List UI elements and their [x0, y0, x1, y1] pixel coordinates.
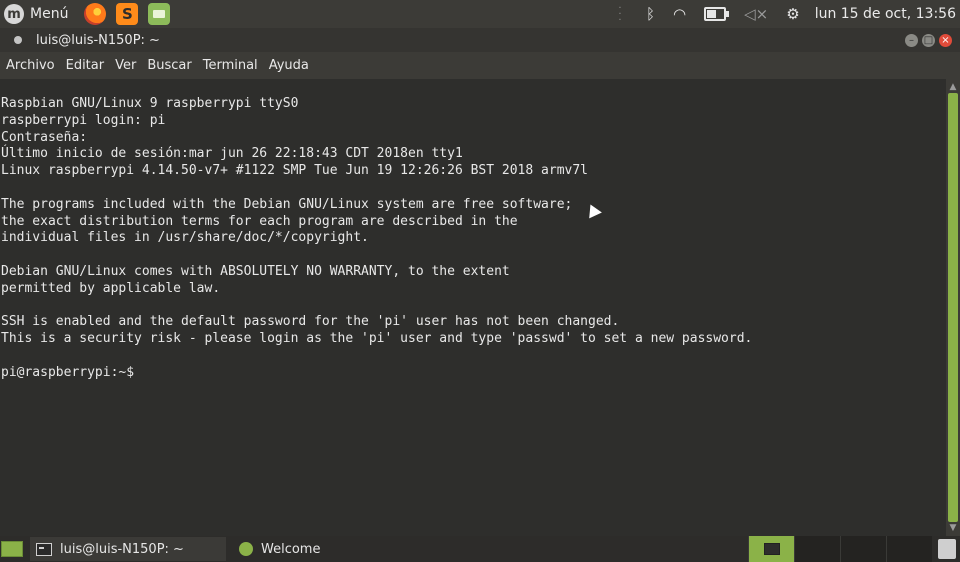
window-title: luis@luis-N150P: ~ — [36, 32, 160, 48]
minimize-icon[interactable]: – — [905, 33, 918, 47]
scroll-up-icon[interactable]: ▲ — [948, 82, 958, 92]
scrollbar-thumb[interactable] — [948, 93, 958, 522]
workspace-4[interactable] — [886, 536, 932, 562]
taskbar-item-label: Welcome — [261, 541, 321, 557]
workspace-2[interactable] — [794, 536, 840, 562]
menubar: Archivo Editar Ver Buscar Terminal Ayuda — [0, 52, 960, 79]
files-icon[interactable] — [148, 3, 171, 25]
terminal-scrollbar[interactable]: ▲ ▼ — [946, 79, 960, 536]
bluetooth-icon[interactable]: ᛒ — [646, 5, 655, 23]
volume-muted-icon[interactable]: ◁× — [744, 5, 768, 23]
system-tray: · · · ᛒ ◠ ◁× ⚙ lun 15 de oct, 13:56 — [617, 0, 960, 28]
mint-logo-icon: m — [4, 4, 24, 24]
scroll-down-icon[interactable]: ▼ — [948, 523, 958, 533]
menu-archivo[interactable]: Archivo — [1, 58, 60, 73]
menu-button[interactable]: m Menú — [0, 0, 74, 28]
tray-separator-icon: · · · — [618, 3, 622, 26]
clock[interactable]: lun 15 de oct, 13:56 — [815, 6, 956, 22]
terminal-area[interactable]: Raspbian GNU/Linux 9 raspberrypi ttyS0 r… — [0, 79, 946, 536]
workspace-1[interactable] — [748, 536, 794, 562]
menu-ver[interactable]: Ver — [110, 58, 141, 73]
menu-ayuda[interactable]: Ayuda — [264, 58, 314, 73]
trash-icon[interactable] — [938, 539, 956, 559]
close-icon[interactable]: × — [939, 33, 952, 47]
workspace-3[interactable] — [840, 536, 886, 562]
top-panel: m Menú S · · · ᛒ ◠ ◁× ⚙ lun 15 de oct, 13:… — [0, 0, 960, 28]
taskbar-item-label: luis@luis-N150P: ~ — [60, 541, 184, 557]
taskbar-item-welcome[interactable]: Welcome — [233, 537, 320, 561]
menu-buscar[interactable]: Buscar — [142, 58, 196, 73]
workspace-switcher — [748, 536, 932, 562]
maximize-icon[interactable]: □ — [922, 33, 935, 47]
sublime-text-icon[interactable]: S — [116, 3, 139, 25]
menu-terminal[interactable]: Terminal — [198, 58, 263, 73]
menu-editar[interactable]: Editar — [61, 58, 110, 73]
terminal-icon — [36, 542, 52, 556]
menu-label: Menú — [30, 6, 69, 22]
show-desktop-icon[interactable] — [1, 541, 23, 557]
bottom-panel: luis@luis-N150P: ~ Welcome — [0, 536, 960, 562]
terminal-thumbnail-icon — [763, 543, 780, 555]
wifi-icon[interactable]: ◠ — [673, 5, 686, 23]
settings-icon[interactable]: ⚙ — [786, 5, 799, 23]
taskbar-item-terminal[interactable]: luis@luis-N150P: ~ — [30, 537, 226, 561]
window-controls: – □ × — [901, 33, 952, 47]
window-icon — [14, 36, 22, 44]
window-titlebar[interactable]: luis@luis-N150P: ~ – □ × — [0, 28, 960, 52]
battery-icon[interactable] — [704, 7, 730, 21]
terminal-output: Raspbian GNU/Linux 9 raspberrypi ttyS0 r… — [1, 96, 753, 380]
welcome-icon — [239, 542, 253, 556]
firefox-icon[interactable] — [84, 3, 107, 25]
